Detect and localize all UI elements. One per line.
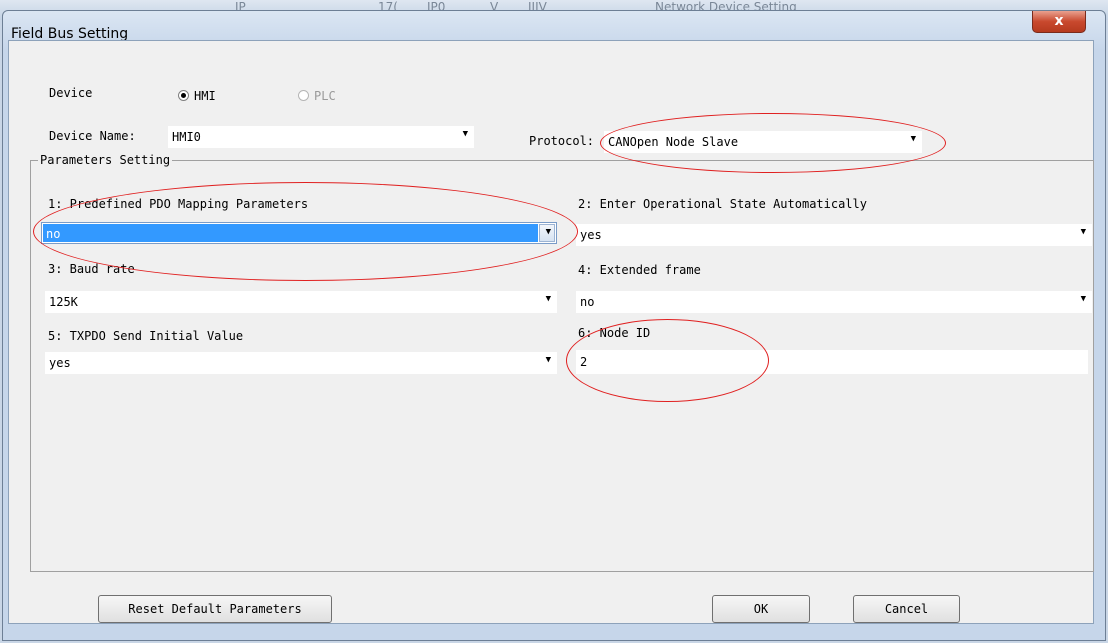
protocol-select[interactable]: CANOpen Node Slave ▼: [604, 131, 922, 153]
chevron-down-icon: ▼: [462, 129, 468, 139]
param-5-label: 5: TXPDO Send Initial Value: [48, 329, 244, 343]
reset-default-parameters-button[interactable]: Reset Default Parameters: [98, 595, 332, 623]
chevron-down-icon: ▼: [1080, 294, 1086, 304]
chevron-down-icon: ▼: [1080, 227, 1086, 237]
param-2-value: yes: [580, 228, 602, 242]
radio-plc-label: PLC: [314, 89, 336, 103]
param-2-label: 2: Enter Operational State Automatically: [578, 197, 867, 211]
radio-hmi[interactable]: [178, 90, 189, 101]
param-3-select[interactable]: 125K ▼: [45, 291, 557, 313]
parameters-group-title: Parameters Setting: [38, 153, 173, 167]
param-5-select[interactable]: yes ▼: [45, 352, 557, 374]
ok-button[interactable]: OK: [712, 595, 810, 623]
param-3-label: 3: Baud rate: [48, 262, 135, 276]
param-4-select[interactable]: no ▼: [576, 291, 1092, 313]
protocol-label: Protocol:: [529, 134, 595, 148]
close-button[interactable]: x: [1032, 11, 1086, 33]
param-1-dropdown-button[interactable]: ▼: [539, 224, 555, 242]
node-id-input[interactable]: 2: [576, 350, 1088, 374]
param-4-label: 4: Extended frame: [578, 263, 701, 277]
param-1-select[interactable]: no ▼: [41, 222, 557, 244]
param-6-label: 6: Node ID: [578, 326, 651, 340]
param-2-select[interactable]: yes ▼: [576, 224, 1092, 246]
cancel-button[interactable]: Cancel: [853, 595, 960, 623]
selection-highlight: [43, 224, 538, 242]
chevron-down-icon: ▼: [545, 294, 551, 304]
chevron-down-icon: ▼: [545, 227, 551, 237]
radio-plc: [298, 90, 309, 101]
radio-hmi-label[interactable]: HMI: [194, 89, 216, 103]
param-1-label: 1: Predefined PDO Mapping Parameters: [48, 197, 309, 211]
protocol-value: CANOpen Node Slave: [608, 135, 739, 149]
param-5-value: yes: [49, 356, 71, 370]
chevron-down-icon: ▼: [910, 134, 916, 144]
close-icon: x: [1054, 13, 1064, 29]
param-4-value: no: [580, 295, 595, 309]
device-name-value: HMI0: [172, 130, 201, 144]
device-name-select[interactable]: HMI0 ▼: [168, 126, 474, 148]
param-1-value: no: [46, 227, 61, 241]
node-id-value: 2: [580, 355, 588, 369]
device-name-label: Device Name:: [49, 129, 136, 143]
param-3-value: 125K: [49, 295, 78, 309]
chevron-down-icon: ▼: [545, 355, 551, 365]
device-label: Device: [49, 86, 93, 100]
